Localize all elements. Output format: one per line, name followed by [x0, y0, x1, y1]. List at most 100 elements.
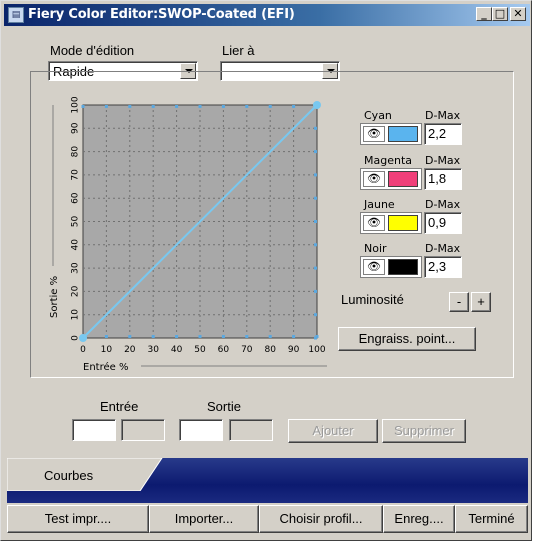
color-swatch[interactable] [388, 215, 418, 231]
entry-label: Entrée [100, 399, 139, 414]
dmax-input[interactable]: 2,3 [424, 256, 462, 278]
channel-swatch-box: 👁 [360, 212, 422, 234]
output-input[interactable] [179, 419, 223, 441]
app-icon: ▤ [8, 7, 24, 23]
close-button[interactable]: ✕ [510, 7, 526, 21]
color-swatch[interactable] [388, 259, 418, 275]
x-tick-marker-top [128, 105, 132, 108]
dmax-label: D-Max [425, 154, 461, 167]
bottom-toolbar: Test impr.... Importer... Choisir profil… [7, 505, 528, 535]
done-button[interactable]: Terminé [455, 505, 528, 533]
y-tick-label: 20 [71, 285, 81, 297]
output-secondary-field [229, 419, 273, 441]
x-tick-marker-top [292, 105, 296, 108]
y-axis-label: Sortie % [49, 276, 60, 318]
entry-input[interactable] [72, 419, 116, 441]
x-tick-marker-top [151, 105, 155, 108]
y-tick-marker [314, 313, 317, 317]
x-tick-marker [128, 335, 132, 338]
title-bar[interactable]: ▤ Fiery Color Editor:SWOP-Coated (EFI) _… [4, 4, 530, 26]
x-tick-label: 10 [101, 345, 113, 355]
minimize-button[interactable]: _ [476, 7, 492, 21]
eye-icon[interactable]: 👁 [363, 215, 385, 231]
x-tick-marker [268, 335, 272, 338]
x-tick-label: 90 [288, 345, 300, 355]
maximize-button[interactable]: □ [492, 7, 508, 21]
y-tick-label: 40 [71, 239, 81, 251]
y-tick-marker [314, 266, 317, 270]
luminosity-increase-button[interactable]: + [471, 292, 491, 312]
x-tick-marker-top [81, 105, 85, 108]
y-tick-label: 10 [71, 309, 81, 321]
link-to-label: Lier à [222, 43, 255, 58]
channel-name-cyan: Cyan [364, 109, 392, 122]
curve-point [313, 101, 321, 109]
y-tick-marker [314, 336, 317, 340]
color-editor-window: ▤ Fiery Color Editor:SWOP-Coated (EFI) _… [0, 0, 532, 541]
y-tick-marker [314, 173, 317, 177]
y-tick-label: 30 [71, 262, 81, 274]
y-tick-marker [314, 220, 317, 223]
window-title: Fiery Color Editor:SWOP-Coated (EFI) [28, 7, 295, 22]
add-button[interactable]: Ajouter [288, 419, 378, 443]
y-tick-label: 0 [71, 335, 81, 341]
curve-chart[interactable]: 0 10 20 30 40 50 60 70 80 90 100 0 10 20 30 40 50 60 70 80 9… [49, 95, 329, 385]
eye-icon[interactable]: 👁 [363, 171, 385, 187]
y-tick-marker [314, 196, 317, 200]
x-tick-label: 20 [124, 345, 136, 355]
y-tick-label: 50 [71, 216, 81, 228]
channel-swatch-box: 👁 [360, 256, 422, 278]
x-tick-label: 40 [171, 345, 183, 355]
import-button[interactable]: Importer... [149, 505, 259, 533]
color-swatch[interactable] [388, 126, 418, 142]
y-tick-marker [314, 289, 317, 293]
channel-swatch-box: 👁 [360, 123, 422, 145]
choose-profile-button[interactable]: Choisir profil... [259, 505, 383, 533]
tab-curves-label: Courbes [44, 468, 94, 483]
eye-icon[interactable]: 👁 [363, 126, 385, 142]
dmax-label: D-Max [425, 198, 461, 211]
y-tick-label: 70 [71, 169, 81, 181]
save-button[interactable]: Enreg.... [383, 505, 455, 533]
delete-button[interactable]: Supprimer [382, 419, 466, 443]
x-tick-label: 0 [80, 345, 86, 355]
y-tick-marker [314, 150, 317, 154]
x-tick-marker-top [104, 105, 108, 108]
x-tick-marker [292, 335, 296, 338]
luminosity-decrease-button[interactable]: - [449, 292, 469, 312]
eye-icon[interactable]: 👁 [363, 259, 385, 275]
x-tick-label: 80 [264, 345, 276, 355]
dmax-label: D-Max [425, 109, 461, 122]
channel-name-noir: Noir [364, 242, 387, 255]
dmax-input[interactable]: 0,9 [424, 212, 462, 234]
test-print-button[interactable]: Test impr.... [7, 505, 149, 533]
curve-point [79, 334, 87, 342]
x-tick-marker [104, 335, 108, 338]
dmax-input[interactable]: 1,8 [424, 168, 462, 190]
x-axis-label: Entrée % [83, 361, 128, 373]
y-tick-label: 80 [71, 146, 81, 158]
channel-name-magenta: Magenta [364, 154, 413, 167]
x-tick-label: 50 [194, 345, 206, 355]
x-tick-label: 70 [241, 345, 253, 355]
x-tick-marker-top [198, 105, 202, 108]
x-tick-marker-top [245, 105, 249, 108]
dot-gain-button[interactable]: Engraiss. point... [338, 327, 476, 351]
x-tick-marker [245, 335, 249, 338]
y-tick-label: 90 [71, 122, 81, 134]
color-swatch[interactable] [388, 171, 418, 187]
x-tick-label: 30 [147, 345, 159, 355]
y-tick-marker [314, 243, 317, 247]
x-tick-marker [151, 335, 155, 338]
x-tick-marker [221, 335, 225, 338]
entry-secondary-field [121, 419, 165, 441]
tab-curves[interactable]: Courbes [6, 457, 167, 492]
x-tick-marker-top [268, 105, 272, 108]
y-tick-label: 60 [71, 192, 81, 204]
dmax-input[interactable]: 2,2 [424, 123, 462, 145]
output-label: Sortie [207, 399, 241, 414]
x-tick-marker [198, 335, 202, 338]
channel-swatch-box: 👁 [360, 168, 422, 190]
y-tick-label: 100 [71, 96, 81, 113]
channel-name-jaune: Jaune [364, 198, 395, 211]
